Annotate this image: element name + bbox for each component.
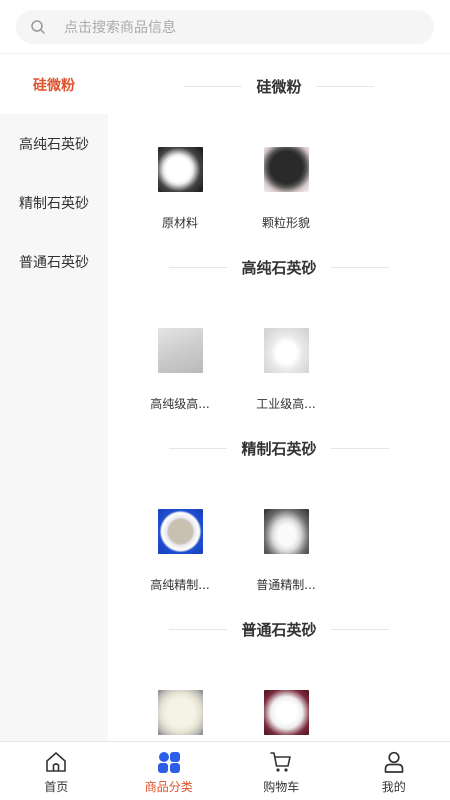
section-title: 精制石英砂: [241, 439, 317, 458]
tab-label: 我的: [381, 780, 406, 794]
category-section: 硅微粉 原材料 颗粒形貌: [108, 55, 450, 236]
divider: [169, 628, 228, 630]
tab-label: 首页: [44, 780, 69, 794]
sidebar-item-high-purity-quartz[interactable]: 高纯石英砂: [0, 114, 108, 173]
product-card[interactable]: 工业级高...: [233, 298, 339, 417]
divider: [169, 266, 228, 268]
category-section: 普通石英砂: [108, 598, 450, 741]
search-bar: 点击搜索商品信息: [0, 0, 450, 54]
cart-icon: [270, 752, 292, 772]
product-grid: 高纯精制... 普通精制...: [108, 479, 450, 598]
product-thumbnail: [263, 328, 309, 373]
product-card[interactable]: 颗粒形貌: [233, 117, 339, 236]
product-card[interactable]: 高纯精制...: [127, 479, 233, 598]
product-grid: [108, 660, 450, 741]
tab-profile[interactable]: 我的: [338, 742, 450, 800]
divider: [315, 85, 374, 87]
tab-category[interactable]: 商品分类: [113, 742, 226, 800]
product-content: 硅微粉 原材料 颗粒形貌 高纯石英砂 高纯级高... 工业级高... 精制石英砂…: [108, 55, 450, 741]
section-title: 普通石英砂: [241, 620, 317, 639]
category-section: 高纯石英砂 高纯级高... 工业级高...: [108, 236, 450, 417]
category-icon: [157, 752, 180, 773]
product-thumbnail: [157, 509, 203, 554]
tab-label: 商品分类: [144, 780, 193, 794]
product-thumbnail: [263, 690, 309, 735]
divider: [330, 266, 389, 268]
product-thumbnail: [157, 690, 203, 735]
category-sidebar: 硅微粉 高纯石英砂 精制石英砂 普通石英砂: [0, 55, 108, 741]
bottom-tab-bar: 首页 商品分类 购物车 我的: [0, 741, 450, 800]
app-screen: 点击搜索商品信息 硅微粉 高纯石英砂 精制石英砂 普通石英砂 硅微粉 原材料 颗…: [0, 0, 450, 800]
product-name: 原材料: [161, 216, 198, 230]
sidebar-item-ordinary-quartz[interactable]: 普通石英砂: [0, 232, 108, 291]
tab-home[interactable]: 首页: [0, 742, 113, 800]
product-thumbnail: [157, 328, 203, 373]
search-placeholder: 点击搜索商品信息: [64, 20, 176, 36]
product-card[interactable]: 高纯级高...: [127, 298, 233, 417]
product-name: 高纯级高...: [150, 397, 210, 411]
product-name: 工业级高...: [256, 397, 316, 411]
sidebar-item-silica-powder[interactable]: 硅微粉: [0, 55, 108, 114]
sidebar-item-refined-quartz[interactable]: 精制石英砂: [0, 173, 108, 232]
search-icon: [31, 20, 45, 34]
category-section: 精制石英砂 高纯精制... 普通精制...: [108, 417, 450, 598]
section-header: 硅微粉: [108, 55, 450, 117]
section-header: 普通石英砂: [108, 598, 450, 660]
divider: [184, 85, 243, 87]
product-grid: 原材料 颗粒形貌: [108, 117, 450, 236]
product-card[interactable]: 原材料: [127, 117, 233, 236]
home-icon: [46, 752, 67, 772]
tab-cart[interactable]: 购物车: [225, 742, 338, 800]
product-thumbnail: [263, 509, 309, 554]
divider: [330, 628, 389, 630]
tab-label: 购物车: [263, 780, 300, 794]
product-name: 颗粒形貌: [261, 216, 310, 230]
product-name: 高纯精制...: [150, 578, 210, 592]
product-thumbnail: [157, 147, 203, 192]
user-icon: [384, 751, 404, 773]
product-card[interactable]: [127, 660, 233, 741]
section-header: 高纯石英砂: [108, 236, 450, 298]
product-card[interactable]: 普通精制...: [233, 479, 339, 598]
product-thumbnail: [263, 147, 309, 192]
divider: [169, 447, 228, 449]
product-grid: 高纯级高... 工业级高...: [108, 298, 450, 417]
section-title: 硅微粉: [256, 77, 302, 96]
section-title: 高纯石英砂: [241, 258, 317, 277]
search-input[interactable]: 点击搜索商品信息: [16, 10, 434, 44]
divider: [330, 447, 389, 449]
section-header: 精制石英砂: [108, 417, 450, 479]
product-card[interactable]: [233, 660, 339, 741]
product-name: 普通精制...: [256, 578, 316, 592]
